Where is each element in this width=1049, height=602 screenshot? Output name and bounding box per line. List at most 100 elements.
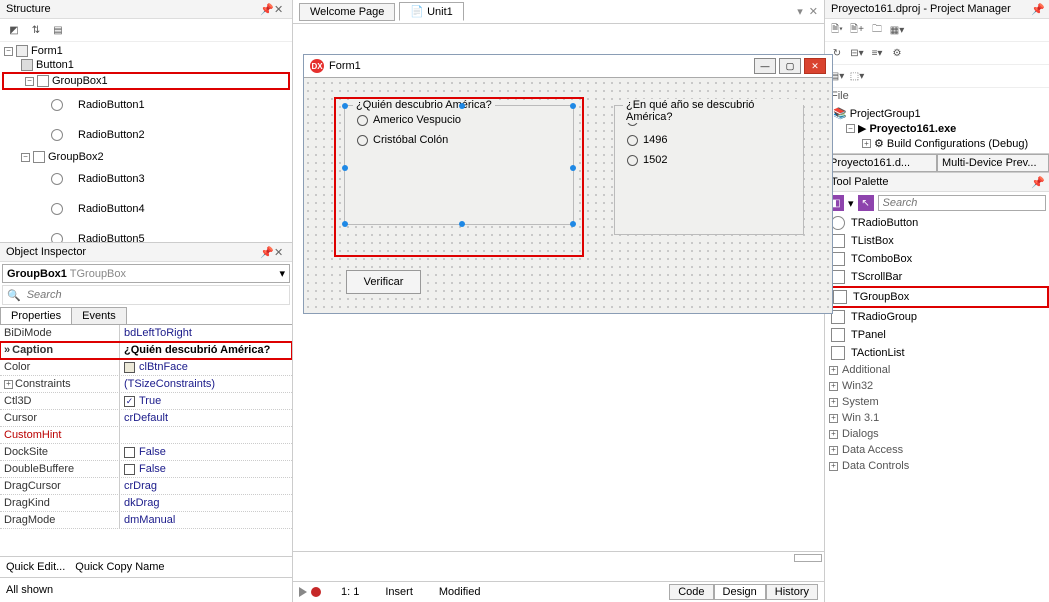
close-icon[interactable]: ✕ <box>274 246 286 258</box>
prop-value[interactable]: clBtnFace <box>139 361 188 373</box>
resize-handle[interactable] <box>342 103 348 109</box>
tool-btn[interactable]: 🗎▾ <box>829 22 845 38</box>
palette-search-input[interactable] <box>878 195 1046 211</box>
tree-node[interactable]: Button1 <box>36 59 74 71</box>
tool-btn[interactable]: ⊟▾ <box>849 45 865 61</box>
tree-node-form[interactable]: Form1 <box>31 45 63 57</box>
prop-value[interactable]: crDrag <box>120 478 292 494</box>
record-icon[interactable] <box>311 587 321 597</box>
expand-icon[interactable]: + <box>829 430 838 439</box>
tree-node-groupbox1[interactable]: GroupBox1 <box>52 75 108 87</box>
prop-value[interactable]: False <box>139 463 166 475</box>
tab-unit1[interactable]: 📄Unit1 <box>399 2 463 21</box>
tree-node[interactable]: RadioButton3 <box>78 173 145 185</box>
tool-btn[interactable]: 🗀 <box>869 22 885 38</box>
expand-icon[interactable]: + <box>829 446 838 455</box>
tab-properties[interactable]: Properties <box>0 307 72 324</box>
resize-handle[interactable] <box>342 165 348 171</box>
tab-design[interactable]: Design <box>714 584 766 600</box>
minimize-icon[interactable]: — <box>754 58 776 74</box>
expand-icon[interactable]: + <box>4 380 13 389</box>
pin-icon[interactable]: 📌 <box>1031 176 1043 188</box>
close-icon[interactable]: ✕ <box>809 5 818 18</box>
resize-handle[interactable] <box>459 221 465 227</box>
tool-btn[interactable]: ▤ <box>50 22 66 38</box>
palette-item[interactable]: TRadioButton <box>825 214 1049 232</box>
palette-item[interactable]: TActionList <box>825 344 1049 362</box>
tab-code[interactable]: Code <box>669 584 713 600</box>
pointer-icon[interactable]: ↖ <box>858 195 874 211</box>
verify-button[interactable]: Verificar <box>346 270 421 294</box>
close-icon[interactable]: ✕ <box>274 3 286 15</box>
tree-node[interactable]: Build Configurations (Debug) <box>887 138 1028 150</box>
palette-category[interactable]: +Data Access <box>825 442 1049 458</box>
play-icon[interactable] <box>299 587 307 597</box>
chevron-down-icon[interactable]: ▾ <box>279 267 285 280</box>
expand-icon[interactable]: − <box>4 47 13 56</box>
expand-icon[interactable]: + <box>829 382 838 391</box>
pin-icon[interactable]: 📌 <box>1031 3 1043 15</box>
pin-icon[interactable]: 📌 <box>260 246 272 258</box>
property-search[interactable]: 🔍 <box>2 285 290 305</box>
tool-btn[interactable]: ⬚▾ <box>849 68 865 84</box>
tab-history[interactable]: History <box>766 584 818 600</box>
checkbox-icon[interactable] <box>124 464 135 475</box>
palette-category[interactable]: +System <box>825 394 1049 410</box>
property-grid[interactable]: BiDiModebdLeftToRight »Caption¿Quién des… <box>0 325 292 556</box>
expand-icon[interactable]: + <box>829 398 838 407</box>
tree-node[interactable]: GroupBox2 <box>48 151 104 163</box>
designer-scrollbar[interactable] <box>293 551 824 581</box>
tab-multidevice[interactable]: Multi-Device Prev... <box>937 154 1049 172</box>
tree-node[interactable]: RadioButton5 <box>78 233 145 242</box>
palette-item-tgroupbox[interactable]: TGroupBox <box>825 286 1049 308</box>
prop-value[interactable] <box>120 427 292 443</box>
prop-value[interactable]: (TSizeConstraints) <box>120 376 292 392</box>
tree-node[interactable]: RadioButton1 <box>78 99 145 111</box>
tool-btn[interactable]: ▦▾ <box>889 22 905 38</box>
radiobutton4[interactable]: 1496 <box>627 134 791 146</box>
prop-value[interactable]: crDefault <box>120 410 292 426</box>
palette-category[interactable]: +Win 3.1 <box>825 410 1049 426</box>
expand-icon[interactable]: − <box>846 124 855 133</box>
expand-icon[interactable]: − <box>21 153 30 162</box>
expand-icon[interactable]: + <box>829 462 838 471</box>
maximize-icon[interactable]: ▢ <box>779 58 801 74</box>
radiobutton1[interactable]: Americo Vespucio <box>357 114 561 126</box>
resize-handle[interactable] <box>570 103 576 109</box>
tab-events[interactable]: Events <box>71 307 127 324</box>
palette-category[interactable]: +Data Controls <box>825 458 1049 474</box>
palette-item[interactable]: TPanel <box>825 326 1049 344</box>
tool-palette[interactable]: TRadioButton TListBox TComboBox TScrollB… <box>825 214 1049 602</box>
expand-icon[interactable]: − <box>25 77 34 86</box>
prop-value[interactable]: dkDrag <box>120 495 292 511</box>
prop-value-caption[interactable]: ¿Quién descubrió América? <box>120 342 292 358</box>
resize-handle[interactable] <box>570 221 576 227</box>
palette-item[interactable]: TComboBox <box>825 250 1049 268</box>
checkbox-icon[interactable]: ✓ <box>124 396 135 407</box>
checkbox-icon[interactable] <box>124 447 135 458</box>
palette-category[interactable]: +Dialogs <box>825 426 1049 442</box>
quick-copy-link[interactable]: Quick Copy Name <box>75 561 164 573</box>
expand-icon[interactable]: + <box>862 139 871 148</box>
design-form[interactable]: DXForm1 — ▢ ✕ ¿Quién descubrio América? … <box>303 54 833 314</box>
prop-value[interactable]: True <box>139 395 161 407</box>
palette-item[interactable]: TRadioGroup <box>825 308 1049 326</box>
chevron-down-icon[interactable]: ▾ <box>797 5 803 18</box>
tab-project[interactable]: Proyecto161.d... <box>825 154 937 172</box>
groupbox2[interactable]: ¿En qué año se descubrió América? 1492 1… <box>614 105 804 235</box>
resize-handle[interactable] <box>570 165 576 171</box>
structure-tree[interactable]: − Form1 Button1 − GroupBox1 RadioButton1 R… <box>0 42 292 242</box>
palette-item[interactable]: TScrollBar <box>825 268 1049 286</box>
expand-icon[interactable]: + <box>829 366 838 375</box>
prop-value[interactable]: bdLeftToRight <box>120 325 292 341</box>
chevron-down-icon[interactable]: ▾ <box>848 197 854 210</box>
expand-icon[interactable]: + <box>829 414 838 423</box>
component-selector[interactable]: GroupBox1 TGroupBox ▾ <box>2 264 290 283</box>
tool-btn[interactable]: ≡▾ <box>869 45 885 61</box>
resize-handle[interactable] <box>459 103 465 109</box>
form-designer[interactable]: DXForm1 — ▢ ✕ ¿Quién descubrio América? … <box>293 24 824 551</box>
scroll-thumb[interactable] <box>794 554 822 562</box>
tab-welcome[interactable]: Welcome Page <box>299 3 395 21</box>
palette-category[interactable]: +Additional <box>825 362 1049 378</box>
tool-btn[interactable]: ⚙ <box>889 45 905 61</box>
